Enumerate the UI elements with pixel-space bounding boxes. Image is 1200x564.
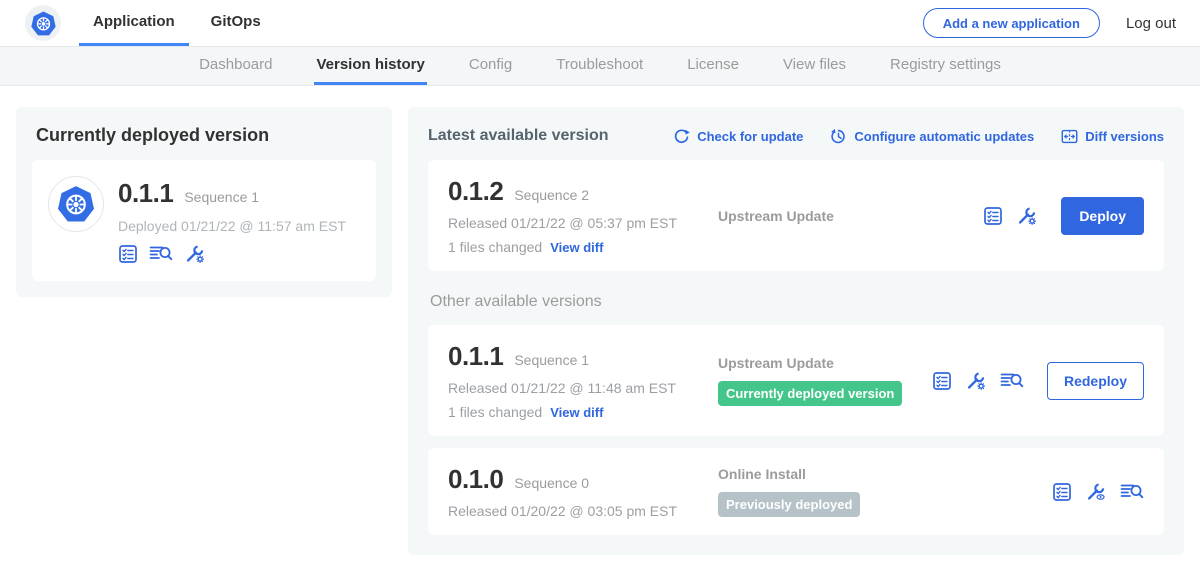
version-details: 0.1.2 Sequence 2 Released 01/21/22 @ 05:… bbox=[448, 176, 698, 255]
tab-gitops[interactable]: GitOps bbox=[197, 0, 275, 46]
tab-version-history[interactable]: Version history bbox=[314, 47, 426, 85]
source-label: Upstream Update bbox=[718, 208, 983, 224]
diff-icon bbox=[1061, 128, 1078, 145]
sequence-label: Sequence 0 bbox=[514, 475, 589, 491]
version-source: Online Install Previously deployed bbox=[698, 466, 1052, 517]
files-changed-label: 1 files changed bbox=[448, 239, 542, 255]
deployed-version-info: 0.1.1 Sequence 1 Deployed 01/21/22 @ 11:… bbox=[118, 176, 346, 265]
version-actions: Deploy bbox=[983, 197, 1144, 235]
released-timestamp: Released 01/20/22 @ 03:05 pm EST bbox=[448, 503, 698, 519]
diff-versions-link[interactable]: Diff versions bbox=[1061, 128, 1164, 145]
files-changed-label: 1 files changed bbox=[448, 404, 542, 420]
tab-config[interactable]: Config bbox=[467, 47, 514, 85]
tab-dashboard[interactable]: Dashboard bbox=[197, 47, 274, 85]
version-actions: Redeploy bbox=[932, 362, 1144, 400]
check-for-update-link[interactable]: Check for update bbox=[673, 128, 803, 145]
source-label: Online Install bbox=[718, 466, 1052, 482]
add-application-button[interactable]: Add a new application bbox=[923, 8, 1100, 38]
version-card-0-1-2: 0.1.2 Sequence 2 Released 01/21/22 @ 05:… bbox=[428, 160, 1164, 271]
check-for-update-label: Check for update bbox=[697, 129, 803, 144]
available-panel-actions: Check for update Configure automatic upd… bbox=[673, 128, 1164, 145]
clock-refresh-icon bbox=[830, 128, 847, 145]
available-panel-title: Latest available version bbox=[428, 127, 609, 145]
deploy-logs-icon[interactable] bbox=[1000, 371, 1024, 391]
view-diff-link[interactable]: View diff bbox=[550, 405, 603, 420]
sequence-label: Sequence 2 bbox=[514, 187, 589, 203]
version-card-0-1-1: 0.1.1 Sequence 1 Released 01/21/22 @ 11:… bbox=[428, 325, 1164, 436]
deployed-timestamp: Deployed 01/21/22 @ 11:57 am EST bbox=[118, 218, 346, 234]
app-type-tabs: Application GitOps bbox=[79, 0, 283, 46]
logout-button[interactable]: Log out bbox=[1126, 15, 1176, 32]
release-notes-icon[interactable] bbox=[932, 371, 952, 391]
edit-config-icon[interactable] bbox=[965, 370, 987, 392]
available-versions-panel: Latest available version Check for updat… bbox=[408, 107, 1184, 555]
currently-deployed-panel: Currently deployed version 0.1.1 Sequenc… bbox=[16, 107, 392, 297]
released-timestamp: Released 01/21/22 @ 05:37 pm EST bbox=[448, 215, 698, 231]
available-panel-header: Latest available version Check for updat… bbox=[428, 127, 1164, 145]
other-versions-title: Other available versions bbox=[430, 293, 1162, 311]
deployed-panel-title: Currently deployed version bbox=[36, 125, 372, 146]
version-number: 0.1.0 bbox=[448, 464, 503, 495]
version-details: 0.1.0 Sequence 0 Released 01/20/22 @ 03:… bbox=[448, 464, 698, 519]
edit-config-icon[interactable] bbox=[1016, 205, 1038, 227]
refresh-icon bbox=[673, 128, 690, 145]
configure-automatic-updates-link[interactable]: Configure automatic updates bbox=[830, 128, 1034, 145]
deployed-version-number: 0.1.1 bbox=[118, 178, 173, 209]
released-timestamp: Released 01/21/22 @ 11:48 am EST bbox=[448, 380, 698, 396]
sequence-label: Sequence 1 bbox=[514, 352, 589, 368]
version-details: 0.1.1 Sequence 1 Released 01/21/22 @ 11:… bbox=[448, 341, 698, 420]
previously-deployed-badge: Previously deployed bbox=[718, 492, 860, 517]
version-number: 0.1.1 bbox=[448, 341, 503, 372]
diff-versions-label: Diff versions bbox=[1085, 129, 1164, 144]
deployed-version-actions bbox=[118, 243, 346, 265]
release-notes-icon[interactable] bbox=[1052, 482, 1072, 502]
view-config-icon[interactable] bbox=[1085, 481, 1107, 503]
version-source: Upstream Update bbox=[698, 208, 983, 224]
redeploy-button[interactable]: Redeploy bbox=[1047, 362, 1144, 400]
tab-troubleshoot[interactable]: Troubleshoot bbox=[554, 47, 645, 85]
release-notes-icon[interactable] bbox=[118, 244, 138, 264]
deploy-logs-icon[interactable] bbox=[149, 244, 173, 264]
main-content: Currently deployed version 0.1.1 Sequenc… bbox=[0, 86, 1200, 555]
top-nav-right: Add a new application Log out bbox=[923, 8, 1176, 38]
version-card-0-1-0: 0.1.0 Sequence 0 Released 01/20/22 @ 03:… bbox=[428, 448, 1164, 535]
deploy-logs-icon[interactable] bbox=[1120, 482, 1144, 502]
deployed-version-card: 0.1.1 Sequence 1 Deployed 01/21/22 @ 11:… bbox=[32, 160, 376, 281]
tab-view-files[interactable]: View files bbox=[781, 47, 848, 85]
app-section-tabs: Dashboard Version history Config Trouble… bbox=[0, 46, 1200, 86]
kubernetes-wheel-icon bbox=[30, 10, 57, 37]
currently-deployed-badge: Currently deployed version bbox=[718, 381, 902, 406]
version-actions bbox=[1052, 481, 1144, 503]
app-logo bbox=[48, 176, 104, 232]
tab-registry-settings[interactable]: Registry settings bbox=[888, 47, 1003, 85]
view-diff-link[interactable]: View diff bbox=[550, 240, 603, 255]
edit-config-icon[interactable] bbox=[184, 243, 206, 265]
version-source: Upstream Update Currently deployed versi… bbox=[698, 355, 932, 406]
tab-application[interactable]: Application bbox=[79, 0, 189, 46]
deployed-sequence-label: Sequence 1 bbox=[184, 189, 259, 205]
version-number: 0.1.2 bbox=[448, 176, 503, 207]
release-notes-icon[interactable] bbox=[983, 206, 1003, 226]
configure-automatic-updates-label: Configure automatic updates bbox=[854, 129, 1034, 144]
deploy-button[interactable]: Deploy bbox=[1061, 197, 1144, 235]
tab-license[interactable]: License bbox=[685, 47, 741, 85]
kubernetes-wheel-icon bbox=[56, 184, 96, 224]
kubernetes-logo bbox=[25, 5, 61, 41]
top-nav: Application GitOps Add a new application… bbox=[0, 0, 1200, 46]
source-label: Upstream Update bbox=[718, 355, 932, 371]
